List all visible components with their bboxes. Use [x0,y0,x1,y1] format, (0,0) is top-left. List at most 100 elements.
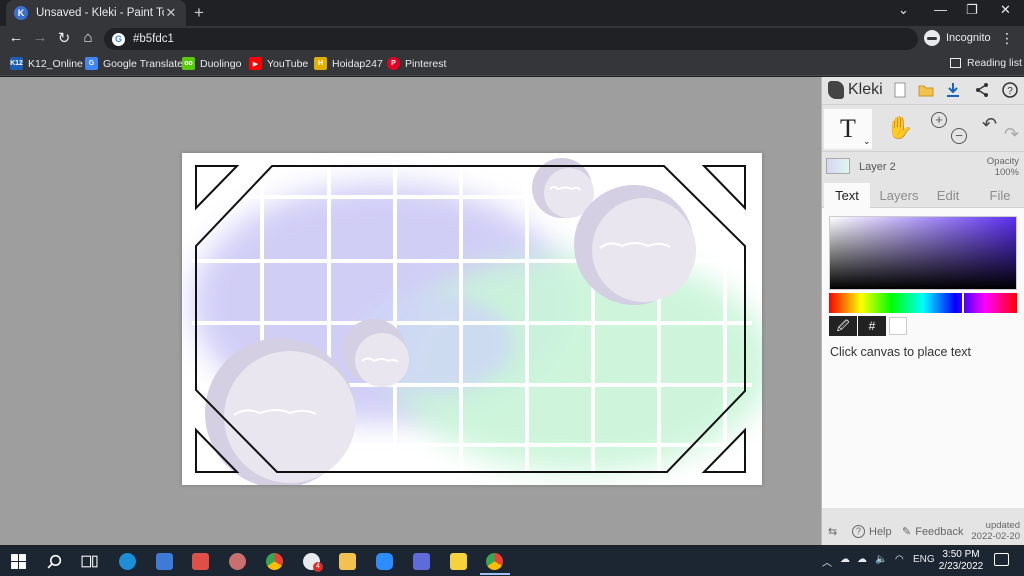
canvas-artwork [192,158,772,488]
incognito-indicator[interactable]: Incognito [924,30,991,46]
search-icon[interactable] [46,553,63,570]
bookmarks-bar: K12 K12_Online G Google Translate oo Duo… [0,52,1024,76]
file-explorer-icon[interactable] [339,553,356,570]
reading-list-icon [950,58,961,68]
help-button[interactable]: ? Help [852,525,892,538]
task-view-icon[interactable] [81,553,98,570]
home-button[interactable]: ⌂ [78,29,98,46]
browser-tab[interactable]: K Unsaved - Kleki - Paint Tool ✕ [6,0,186,26]
back-button[interactable]: ← [6,29,26,46]
app-icon-3[interactable] [413,553,430,570]
chrome-icon[interactable] [266,553,283,570]
svg-text:?: ? [1007,86,1013,97]
title-bar: K Unsaved - Kleki - Paint Tool ✕ + ⌄ — ❐… [0,0,1024,26]
notification-center-icon[interactable] [994,553,1009,566]
close-icon[interactable]: ✕ [164,5,178,21]
tab-edit[interactable]: Edit [928,183,968,208]
feedback-icon: ✎ [902,526,912,538]
undo-icon[interactable]: ↶ [982,114,997,135]
text-tool-panel: 🖉 # Click canvas to place text [822,208,1024,508]
eyedropper-button[interactable]: 🖉 [829,316,857,336]
restore-button[interactable]: ❐ [966,2,978,18]
app-icon-2[interactable] [229,553,246,570]
edge-icon[interactable] [119,553,136,570]
zoom-in-icon[interactable]: + [931,112,947,128]
layer-preview[interactable]: Layer 2 Opacity 100% [822,153,1024,183]
reading-list-button[interactable]: Reading list [950,57,1022,69]
chevron-up-icon[interactable]: ︿ [822,554,832,569]
chevron-down-icon[interactable]: ⌄ [863,136,871,147]
incognito-icon [924,30,940,46]
menu-icon[interactable]: ⋮ [1000,30,1014,47]
incognito-label: Incognito [946,32,991,44]
store-icon[interactable] [156,553,173,570]
chrome-active-icon[interactable] [486,553,503,570]
tab-file[interactable]: File [978,183,1022,208]
k12-icon: K12 [10,57,23,70]
canvas-workspace[interactable] [0,77,821,545]
kleki-logo-icon [828,81,844,99]
hand-tool-icon[interactable]: ✋ [886,115,913,141]
forward-button[interactable]: → [30,29,50,46]
onedrive-icon[interactable]: ☁ [840,554,850,565]
new-tab-button[interactable]: + [194,3,204,23]
eyedropper-icon: 🖉 [836,319,850,333]
browser-toolbar: ← → ↻ ⌂ G #b5fdc1 Incognito ⋮ [0,26,1024,52]
pinterest-icon: P [387,57,400,70]
kleki-icon: K [14,6,28,20]
bookmark-k12-online[interactable]: K12 K12_Online [10,57,83,70]
new-file-icon[interactable] [892,82,908,98]
zoom-out-icon[interactable]: − [951,128,967,144]
hex-input-button[interactable]: # [858,316,886,336]
tool-row: T ⌄ ✋ + − ↶ ↷ [822,106,1024,152]
reload-button[interactable]: ↻ [54,29,74,47]
color-saturation-picker[interactable] [829,216,1017,290]
bookmark-youtube[interactable]: ▶ YouTube [249,57,308,70]
tab-text[interactable]: Text [824,183,870,208]
bookmark-google-translate[interactable]: G Google Translate [85,57,183,70]
google-icon: G [112,32,125,46]
wifi-icon[interactable]: ◠ [895,554,904,565]
chevron-down-icon[interactable]: ⌄ [898,2,909,18]
language-indicator[interactable]: ENG [913,554,935,565]
tab-layers[interactable]: Layers [874,183,924,208]
bookmark-pinterest[interactable]: P Pinterest [387,57,446,70]
onedrive-icon-2[interactable]: ☁ [857,554,867,565]
help-circle-icon[interactable]: ? [1002,82,1018,98]
help-icon: ? [852,525,865,538]
app-icon-1[interactable] [192,553,209,570]
volume-icon[interactable]: 🔈 [875,554,887,565]
active-app-indicator [480,573,510,575]
layer-name: Layer 2 [859,161,896,173]
hue-slider-handle[interactable] [962,292,964,314]
tab-title: Unsaved - Kleki - Paint Tool [36,7,164,19]
redo-icon[interactable]: ↷ [1004,124,1019,145]
download-icon[interactable] [945,82,961,98]
zoom-icon[interactable] [376,553,393,570]
kleki-logo[interactable]: Kleki [828,81,883,99]
minimize-button[interactable]: — [934,2,947,17]
taskbar-clock[interactable]: 3:50 PM 2/23/2022 [936,549,986,573]
sticky-notes-icon[interactable] [450,553,467,570]
bookmark-hoidap247[interactable]: H Hoidap247 [314,57,383,70]
notification-badge: 4 [313,562,323,572]
feedback-button[interactable]: ✎ Feedback [902,525,964,539]
windows-start-icon[interactable] [10,553,27,570]
panel-tabs: Text Layers Edit File [822,183,1024,208]
bookmark-duolingo[interactable]: oo Duolingo [182,57,241,70]
duolingo-icon: oo [182,57,195,70]
current-color-swatch[interactable] [889,317,907,335]
panel-footer: ⇆ ? Help ✎ Feedback updated 2022-02-20 [822,517,1024,545]
updated-info: updated 2022-02-20 [971,520,1020,542]
share-icon[interactable] [974,82,990,98]
swap-panel-icon[interactable]: ⇆ [828,525,837,538]
address-bar[interactable]: G #b5fdc1 [104,28,918,50]
google-translate-icon: G [85,57,98,70]
close-window-button[interactable]: ✕ [1000,2,1011,18]
kleki-panel: Kleki ? T ⌄ ✋ + − ↶ ↷ Layer 2 Opacity 10… [821,77,1024,545]
drawing-canvas[interactable] [182,153,772,488]
text-tool-hint: Click canvas to place text [830,345,972,359]
panel-header: Kleki ? [822,77,1024,105]
hue-slider[interactable] [829,292,1017,314]
open-folder-icon[interactable] [918,82,934,98]
